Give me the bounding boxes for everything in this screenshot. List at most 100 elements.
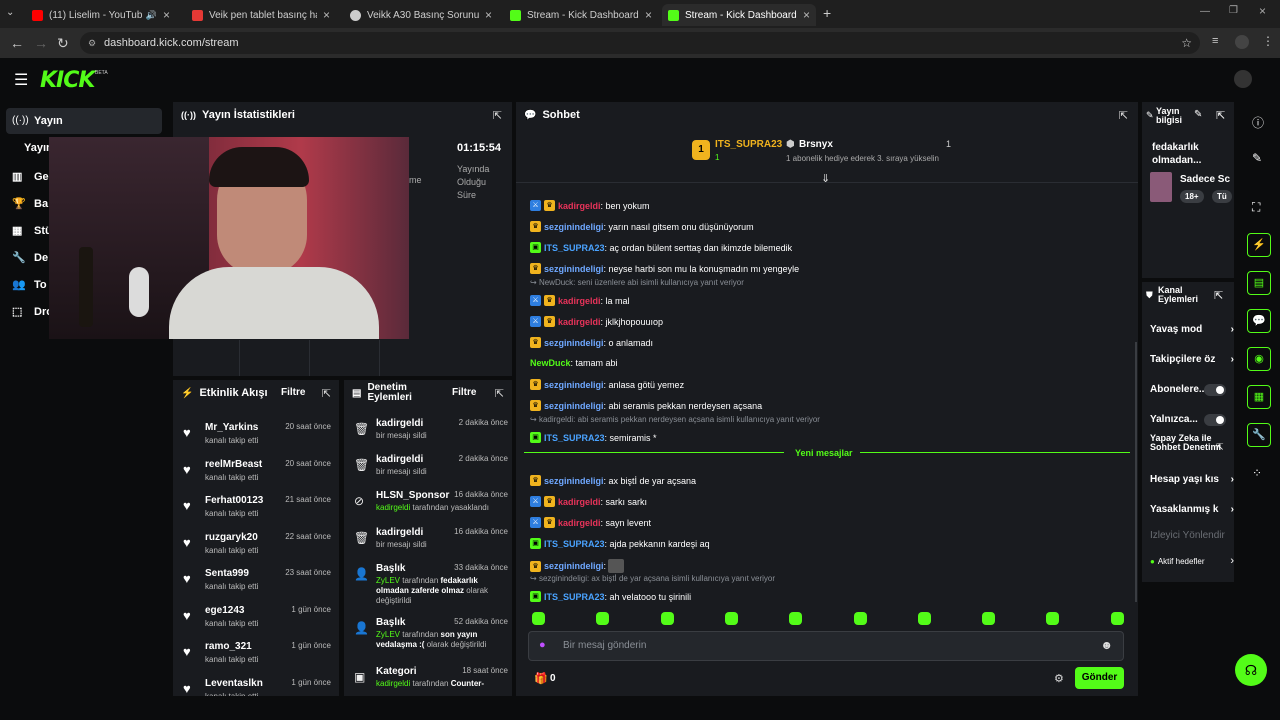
info-icon[interactable]: ⓘ <box>1252 114 1264 131</box>
forward-icon[interactable]: → <box>34 35 48 51</box>
chat-username[interactable]: kadirgeldi <box>558 497 601 507</box>
chat-username[interactable]: kadirgeldi <box>558 518 601 528</box>
activity-username[interactable]: Senta999 <box>205 568 249 579</box>
popout-icon[interactable]: ⇱ <box>322 387 331 400</box>
active-goals-item[interactable]: ● Aktif hedefler › <box>1150 555 1234 567</box>
sidebar-item-to[interactable]: 👥 To <box>12 278 47 292</box>
hamburger-menu-icon[interactable]: ☰ <box>14 70 28 90</box>
browser-menu-icon[interactable]: ⋮ <box>1262 34 1274 48</box>
profile-avatar[interactable] <box>1235 35 1249 49</box>
chat-username[interactable]: sezginindeligi <box>544 476 604 486</box>
chat-message[interactable]: ♛ sezginindeligi: ax biştİ de yar açsana <box>530 475 696 486</box>
emote-button[interactable] <box>982 612 996 625</box>
chat-action-button[interactable]: 💬 <box>1247 309 1271 333</box>
chat-username[interactable]: ITS_SUPRA23 <box>544 243 605 253</box>
sidebar-item-dro[interactable]: ⬚ Dro <box>12 305 53 319</box>
bookmark-star-icon[interactable]: ☆ <box>1181 32 1192 54</box>
widgets-icon[interactable]: ⁘ <box>1252 466 1262 480</box>
sidebar-item-stu[interactable]: ▦ Stü <box>12 224 52 238</box>
followers-only-item[interactable]: Takipçilere öz › <box>1150 354 1234 365</box>
wrench-action-button[interactable]: 🔧 <box>1247 423 1271 447</box>
account-age-item[interactable]: Hesap yaşı kıs › <box>1150 474 1234 485</box>
chat-username[interactable]: ITS_SUPRA23 <box>544 592 605 602</box>
send-button[interactable]: Gönder <box>1075 667 1124 689</box>
sidebar-item-ba[interactable]: 🏆 Ba <box>12 197 48 211</box>
chat-username[interactable]: kadirgeldi <box>558 201 601 211</box>
minimize-icon[interactable]: — <box>1200 6 1210 17</box>
activity-username[interactable]: Leventaslkn <box>205 678 263 689</box>
chat-message[interactable]: ♛ sezginindeligi: anlasa götü yemez <box>530 379 684 390</box>
browser-tab-4[interactable]: Stream - Kick Dashboard × <box>504 4 658 26</box>
top-gifter-name[interactable]: ITS_SUPRA23 <box>715 139 782 150</box>
mod-actor[interactable]: kadirgeldi <box>376 503 410 512</box>
collapse-pinned-icon[interactable]: ⇓ <box>821 172 830 185</box>
external-link-icon[interactable]: ⇱ <box>1216 442 1224 453</box>
chat-message[interactable]: ▣ ITS_SUPRA23: ajda pekkanın kardeşi aq <box>530 538 710 549</box>
pencil-icon[interactable]: ✎ <box>1252 151 1262 165</box>
chat-username[interactable]: kadirgeldi <box>558 296 601 306</box>
sidebar-item-ge[interactable]: ▥ Ge <box>12 170 49 184</box>
mod-actor[interactable]: ZyLEV <box>376 576 400 585</box>
chat-username[interactable]: ITS_SUPRA23 <box>544 433 605 443</box>
support-chat-button[interactable]: ☊ <box>1235 654 1267 686</box>
popout-icon[interactable]: ⇱ <box>1216 109 1225 122</box>
chat-message[interactable]: NewDuck: tamam abi <box>530 358 618 368</box>
reload-icon[interactable]: ↻ <box>57 35 69 52</box>
popout-icon[interactable]: ⇱ <box>495 387 504 400</box>
chat-settings-icon[interactable]: ⚙ <box>1054 672 1064 685</box>
maximize-icon[interactable]: ❐ <box>1229 5 1238 16</box>
ai-moderation-item[interactable]: Yapay Zeka ile Sohbet Denetimi <box>1150 434 1224 452</box>
close-tab-icon[interactable]: × <box>323 8 330 22</box>
chat-message[interactable]: ⚔ ♛ kadirgeldi: ben yokum <box>530 200 650 211</box>
chat-message[interactable]: ♛ sezginindeligi: o anlamadı <box>530 337 653 348</box>
activity-filter-button[interactable]: Filtre <box>281 387 305 398</box>
user-avatar[interactable] <box>1234 70 1252 88</box>
edit-icon[interactable]: ✎ <box>1194 109 1202 120</box>
chat-message[interactable]: ▣ ITS_SUPRA23: ah velatooo tu şirinili <box>530 591 691 602</box>
emote-button[interactable] <box>596 612 610 625</box>
chat-message[interactable]: ♛ sezginindeligi: yarın nasıl gitsem onu … <box>530 221 754 232</box>
browser-tab-2[interactable]: Veik pen tablet basınç hassasiyeti× <box>186 4 336 26</box>
reading-list-icon[interactable]: ≡ <box>1212 35 1218 47</box>
popout-icon[interactable]: ⇱ <box>493 109 502 122</box>
emotes-only-toggle[interactable] <box>1204 414 1226 426</box>
gifter-name[interactable]: Brsnyx <box>799 139 833 150</box>
viewer-redirect-item[interactable]: İzleyici Yönlendir <box>1150 530 1234 541</box>
activity-username[interactable]: ege1243 <box>205 605 244 616</box>
activity-username[interactable]: ruzgaryk20 <box>205 532 258 543</box>
activity-username[interactable]: Ferhat00123 <box>205 495 263 506</box>
kick-logo[interactable]: KICK <box>40 68 95 93</box>
chat-message[interactable]: ▣ ITS_SUPRA23: aç ordan bülent serttaş da… <box>530 242 792 253</box>
popout-icon[interactable]: ⇱ <box>1119 109 1128 122</box>
tab-search-icon[interactable]: ⌄ <box>6 7 14 18</box>
gift-icon[interactable]: 🎁 <box>534 672 548 685</box>
chat-message[interactable]: ♛ sezginindeligi: abi seramis pekkan nerd… <box>530 400 762 411</box>
emote-button[interactable] <box>1110 612 1124 625</box>
microphone-icon[interactable]: ● <box>539 639 546 651</box>
chat-username[interactable]: sezginindeligi <box>544 401 604 411</box>
emoji-icon[interactable]: ☻ <box>1100 638 1113 652</box>
site-info-icon[interactable]: ⚙ <box>88 32 96 54</box>
chat-username[interactable]: ITS_SUPRA23 <box>544 539 605 549</box>
slow-mode-item[interactable]: Yavaş mod › <box>1150 324 1234 335</box>
speaker-icon[interactable]: 🔊 <box>146 10 157 21</box>
chat-input[interactable]: ● Bir mesaj gönderin ☻ <box>528 631 1124 661</box>
banned-words-item[interactable]: Yasaklanmış k › <box>1150 504 1234 515</box>
sidebar-item-de[interactable]: 🔧 De <box>12 251 48 265</box>
reply-context[interactable]: ↪ sezginindeligi: ax biştİ de yar açsana… <box>530 574 775 583</box>
broadcast-action-button[interactable]: ◉ <box>1247 347 1271 371</box>
emote-button[interactable] <box>917 612 931 625</box>
chat-message[interactable]: ⚔ ♛ kadirgeldi: sayn levent <box>530 517 651 528</box>
browser-tab-3[interactable]: Veikk A30 Basınç Sorunu × <box>344 4 498 26</box>
chat-message[interactable]: ⚔ ♛ kadirgeldi: sarkı sarkı <box>530 496 647 507</box>
fullscreen-icon[interactable]: ⛶ <box>1252 200 1260 215</box>
activity-username[interactable]: ramo_321 <box>205 641 252 652</box>
chat-message[interactable]: ▣ ITS_SUPRA23: semiramis * <box>530 432 657 443</box>
emote-button[interactable] <box>532 612 545 625</box>
subscribers-only-toggle[interactable] <box>1204 384 1226 396</box>
browser-tab-1[interactable]: (11) Liselim - YouTube 🔊 × <box>26 4 176 26</box>
emote-button[interactable] <box>789 612 803 625</box>
chat-username[interactable]: NewDuck <box>530 358 571 368</box>
emote-button[interactable] <box>1046 612 1060 625</box>
chat-username[interactable]: sezginindeligi <box>544 561 604 571</box>
